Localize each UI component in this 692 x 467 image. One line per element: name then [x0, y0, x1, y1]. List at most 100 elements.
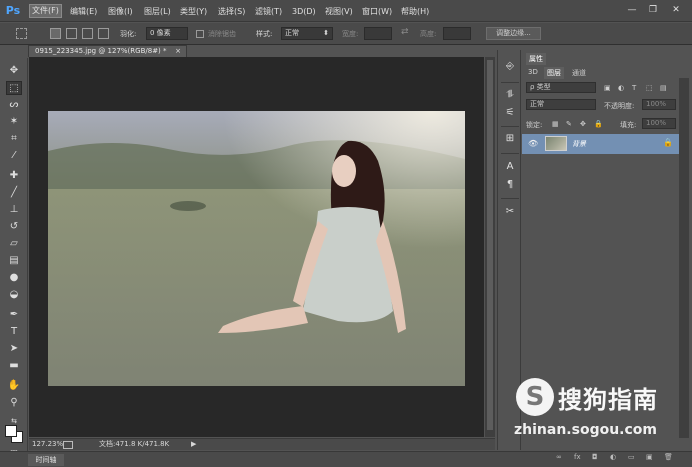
add-selection-icon[interactable]: [66, 28, 77, 39]
filter-shape-icon[interactable]: ⬚: [646, 84, 653, 92]
tab-3d[interactable]: 3D: [528, 68, 538, 76]
menu-filter[interactable]: 滤镜(T): [253, 5, 284, 18]
history-brush-tool-icon[interactable]: ↺: [6, 220, 22, 234]
visibility-eye-icon[interactable]: 👁: [528, 139, 538, 148]
menu-image[interactable]: 图像(I): [106, 5, 135, 18]
history-panel-icon[interactable]: ⎆: [503, 60, 517, 74]
intersect-selection-icon[interactable]: [98, 28, 109, 39]
height-label: 高度:: [420, 30, 437, 38]
zoom-level[interactable]: 127.23%: [32, 439, 63, 450]
timeline-tab[interactable]: 时间轴: [28, 454, 64, 466]
gradient-tool-icon[interactable]: ▤: [6, 254, 22, 268]
style-select[interactable]: 正常 ⬍: [281, 27, 333, 40]
width-input[interactable]: [364, 27, 392, 40]
chevron-down-icon: ⬍: [323, 29, 329, 37]
tab-channels[interactable]: 通道: [572, 68, 586, 78]
brush-tool-icon[interactable]: ╱: [6, 186, 22, 200]
share-icon[interactable]: [63, 441, 73, 449]
new-layer-icon[interactable]: ▣: [646, 453, 653, 461]
document-tab[interactable]: 0915_223345.jpg @ 127%(RGB/8#) * ×: [28, 45, 187, 57]
layer-style-icon[interactable]: fx: [574, 453, 581, 461]
link-layers-icon[interactable]: ∞: [556, 453, 562, 461]
add-mask-icon[interactable]: ◘: [592, 453, 598, 461]
status-menu-arrow-icon[interactable]: ▶: [191, 439, 196, 450]
rectangle-tool-icon[interactable]: ▬: [6, 359, 22, 373]
paragraph-panel-icon[interactable]: ¶: [503, 178, 517, 192]
eraser-tool-icon[interactable]: ▱: [6, 237, 22, 251]
magic-wand-tool-icon[interactable]: ✶: [6, 115, 22, 129]
layer-lock-icon: 🔒: [663, 138, 673, 147]
filter-type-icon[interactable]: T: [632, 84, 636, 92]
zoom-tool-icon[interactable]: ⚲: [6, 396, 22, 410]
character-panel-icon[interactable]: A: [503, 160, 517, 174]
path-selection-tool-icon[interactable]: ➤: [6, 342, 22, 356]
blend-mode-select[interactable]: 正常: [526, 99, 596, 110]
tab-layers[interactable]: 图层: [544, 67, 564, 79]
menu-window[interactable]: 窗口(W): [360, 5, 394, 18]
antialias-checkbox[interactable]: [196, 30, 204, 38]
scrollbar-thumb[interactable]: [487, 60, 493, 430]
brush-panel-icon[interactable]: ⥮: [503, 88, 517, 102]
subtract-selection-icon[interactable]: [82, 28, 93, 39]
new-group-icon[interactable]: ▭: [628, 453, 635, 461]
status-bar: 127.23% 文档:471.8 K/471.8K ▶: [29, 438, 495, 450]
eyedropper-tool-icon[interactable]: ⁄: [6, 149, 22, 163]
dock-divider: [501, 126, 519, 127]
new-selection-icon[interactable]: [50, 28, 61, 39]
layer-row-background[interactable]: 👁 背景 🔒: [522, 134, 679, 154]
adjustment-layer-icon[interactable]: ◐: [610, 453, 616, 461]
filter-smart-icon[interactable]: ▤: [660, 84, 667, 92]
opacity-input[interactable]: 100%: [642, 99, 676, 110]
blur-tool-icon[interactable]: ●: [6, 271, 22, 285]
menu-layer[interactable]: 图层(L): [142, 5, 173, 18]
filter-adjust-icon[interactable]: ◐: [618, 84, 624, 92]
tool-presets-icon[interactable]: ✂: [503, 205, 517, 219]
layer-name[interactable]: 背景: [572, 139, 586, 149]
type-tool-icon[interactable]: T: [6, 325, 22, 339]
height-input[interactable]: [443, 27, 471, 40]
marquee-preset-icon[interactable]: [16, 28, 27, 39]
lock-pixels-icon[interactable]: ✎: [566, 120, 572, 128]
rect-marquee-tool-icon[interactable]: ⬚: [6, 81, 22, 95]
hand-tool-icon[interactable]: ✋: [6, 379, 22, 393]
layer-filter-select[interactable]: ρ 类型: [526, 82, 596, 93]
close-tab-icon[interactable]: ×: [175, 46, 181, 57]
dodge-tool-icon[interactable]: ◒: [6, 288, 22, 302]
feather-input[interactable]: 0 像素: [146, 27, 188, 40]
menu-select[interactable]: 选择(S): [216, 5, 247, 18]
pen-tool-icon[interactable]: ✒: [6, 308, 22, 322]
adjustments-panel-icon[interactable]: ⚟: [503, 106, 517, 120]
menu-help[interactable]: 帮助(H): [399, 5, 431, 18]
swap-icon[interactable]: ⇄: [401, 27, 409, 37]
delete-layer-icon[interactable]: 🗑: [664, 453, 673, 461]
lock-all-icon[interactable]: 🔒: [594, 120, 603, 128]
layer-thumbnail: [545, 136, 567, 151]
menu-view[interactable]: 视图(V): [323, 5, 355, 18]
menu-3d[interactable]: 3D(D): [290, 5, 318, 18]
width-label: 宽度:: [342, 30, 359, 38]
foreground-color-swatch[interactable]: [5, 425, 17, 437]
close-window-button[interactable]: ✕: [668, 3, 684, 17]
minimize-button[interactable]: —: [624, 3, 640, 17]
style-select-value: 正常: [285, 29, 299, 37]
photo-canvas[interactable]: [48, 111, 465, 386]
move-tool-icon[interactable]: ✥: [6, 64, 22, 78]
vertical-scrollbar[interactable]: [485, 57, 495, 437]
lasso-tool-icon[interactable]: ᔕ: [6, 98, 22, 112]
tab-properties[interactable]: 属性: [526, 53, 546, 65]
opacity-label: 不透明度:: [604, 102, 635, 110]
menu-edit[interactable]: 编辑(E): [68, 5, 99, 18]
fill-input[interactable]: 100%: [642, 118, 676, 129]
lock-position-icon[interactable]: ✥: [580, 120, 586, 128]
refine-edge-button[interactable]: 调整边缘...: [486, 27, 541, 40]
clone-source-panel-icon[interactable]: ⊞: [503, 132, 517, 146]
layers-footer: ∞ fx ◘ ◐ ▭ ▣ 🗑: [522, 453, 692, 465]
menu-file[interactable]: 文件(F): [29, 4, 62, 18]
healing-brush-tool-icon[interactable]: ✚: [6, 169, 22, 183]
filter-pixel-icon[interactable]: ▣: [604, 84, 611, 92]
menu-type[interactable]: 类型(Y): [178, 5, 209, 18]
lock-transparent-icon[interactable]: ▦: [552, 120, 559, 128]
crop-tool-icon[interactable]: ⌗: [6, 132, 22, 146]
restore-button[interactable]: ❐: [645, 3, 661, 17]
clone-stamp-tool-icon[interactable]: ⊥: [6, 203, 22, 217]
